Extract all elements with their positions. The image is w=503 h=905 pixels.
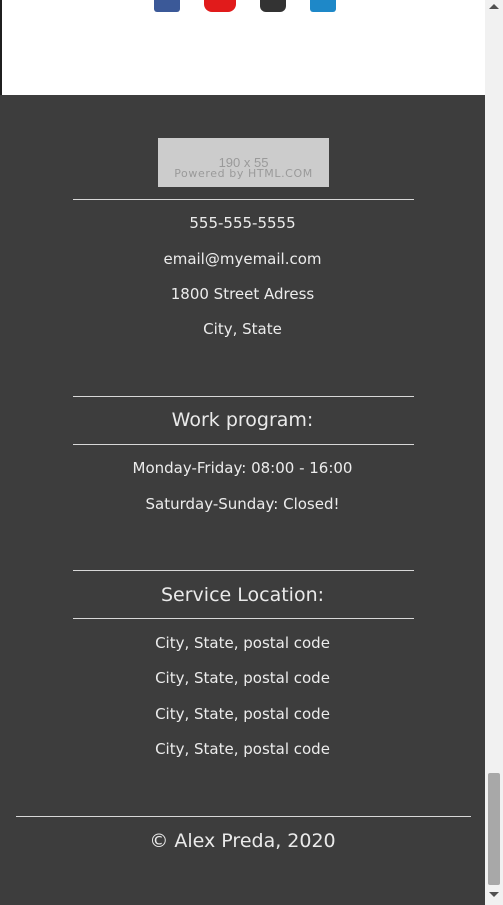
facebook-icon[interactable] — [154, 0, 180, 12]
contact-address: 1800 Street Adress — [170, 285, 315, 303]
contact-email: email@myemail.com — [163, 250, 322, 268]
social-section — [0, 0, 485, 95]
divider — [73, 396, 414, 397]
contact-phone: 555-555-5555 — [189, 214, 296, 232]
divider — [73, 444, 414, 445]
service-location-item: City, State, postal code — [155, 669, 330, 687]
linkedin-icon[interactable] — [310, 0, 336, 12]
work-weekend: Saturday-Sunday: Closed! — [145, 495, 340, 513]
service-location-item: City, State, postal code — [155, 634, 330, 652]
divider — [73, 199, 414, 200]
youtube-icon[interactable] — [204, 0, 236, 12]
divider — [73, 618, 414, 619]
logo-powered-text: Powered by HTML.COM — [174, 167, 313, 180]
service-location-item: City, State, postal code — [155, 740, 330, 758]
site-footer: 190 x 55 Powered by HTML.COM 555-555-555… — [0, 95, 485, 905]
scrollbar[interactable] — [485, 0, 503, 905]
scroll-down-arrow-icon[interactable] — [489, 892, 499, 897]
logo-placeholder: 190 x 55 Powered by HTML.COM — [158, 138, 329, 187]
divider — [73, 570, 414, 571]
work-weekdays: Monday-Friday: 08:00 - 16:00 — [132, 459, 353, 477]
page-viewport: 190 x 55 Powered by HTML.COM 555-555-555… — [0, 0, 503, 905]
work-program-title: Work program: — [171, 409, 314, 431]
scrollbar-thumb[interactable] — [488, 773, 500, 885]
copyright: © Alex Preda, 2020 — [149, 830, 336, 852]
github-icon[interactable] — [260, 0, 286, 12]
contact-city-state: City, State — [203, 320, 282, 338]
scroll-up-arrow-icon[interactable] — [489, 4, 499, 9]
service-location-item: City, State, postal code — [155, 705, 330, 723]
service-location-title: Service Location: — [160, 584, 325, 606]
divider — [16, 816, 471, 817]
